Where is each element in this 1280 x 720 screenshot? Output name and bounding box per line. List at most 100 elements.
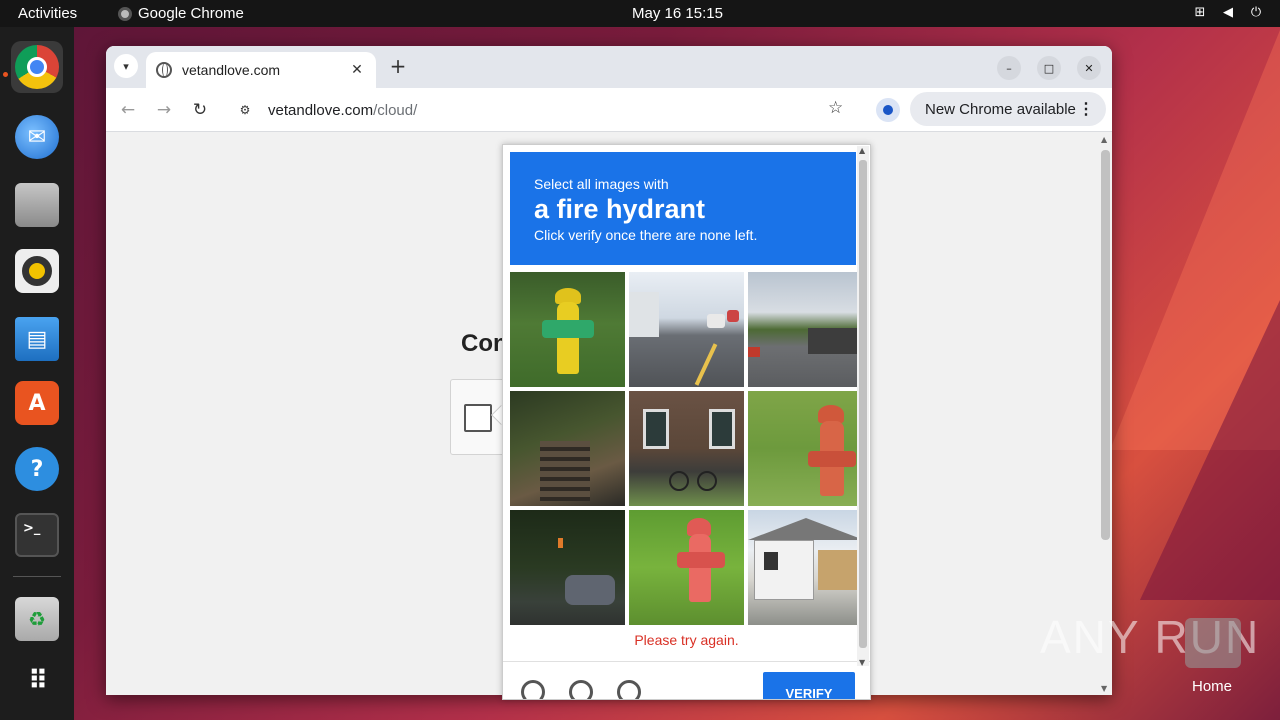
minimize-button[interactable]: – — [997, 56, 1021, 80]
scrollbar-thumb[interactable] — [859, 160, 867, 648]
window — [764, 552, 778, 570]
audio-challenge-icon[interactable] — [569, 680, 593, 699]
network-icon: ⊞ — [1194, 5, 1206, 20]
update-chrome-label: New Chrome available — [925, 100, 1076, 118]
close-window-button[interactable]: ✕ — [1077, 56, 1101, 80]
close-tab-icon[interactable]: ✕ — [348, 62, 366, 78]
dock-app-grid[interactable]: ⠿ — [11, 655, 63, 707]
challenge-header: Select all images with a fire hydrant Cl… — [510, 152, 856, 265]
hydrant-nozzle — [677, 552, 725, 568]
road-line — [694, 343, 718, 386]
image-grid — [510, 272, 863, 625]
maximize-button[interactable]: □ — [1037, 56, 1061, 80]
dock-rhythmbox[interactable] — [11, 245, 63, 297]
writer-icon: ▤ — [15, 317, 59, 361]
error-message: Please try again. — [634, 632, 739, 648]
url-host: vetandlove.com — [268, 101, 374, 119]
home-icon[interactable] — [1185, 618, 1241, 668]
scrollbar-thumb[interactable] — [1101, 150, 1110, 540]
tab-search-button[interactable]: ▾ — [114, 54, 138, 78]
new-tab-button[interactable]: + — [386, 54, 410, 78]
dock-files[interactable] — [11, 179, 63, 231]
files-icon — [15, 183, 59, 227]
car — [748, 347, 760, 357]
rhythmbox-icon — [15, 249, 59, 293]
running-indicator — [3, 72, 8, 77]
dock-writer[interactable]: ▤ — [11, 313, 63, 365]
bridge — [808, 328, 863, 354]
stairs — [540, 441, 590, 501]
tab-title: vetandlove.com — [182, 62, 281, 78]
reload-challenge-icon[interactable] — [521, 680, 545, 699]
more-menu-icon[interactable]: ⋮ — [1078, 99, 1094, 119]
hydrant-body — [689, 534, 711, 602]
tab-strip: ▾ vetandlove.com ✕ + – □ ✕ — [106, 46, 1112, 88]
challenge-footer: VERIFY — [503, 661, 870, 699]
dock-chrome[interactable] — [11, 41, 63, 93]
address-bar[interactable]: ⚙ vetandlove.com/cloud/ — [226, 93, 858, 127]
dock-separator — [13, 576, 61, 577]
building — [629, 292, 659, 337]
dock-terminal[interactable]: >_ — [11, 509, 63, 561]
url-path: /cloud/ — [373, 101, 418, 119]
bookmark-star-icon[interactable]: ☆ — [828, 98, 843, 118]
dock: ✉ ▤ A ? >_ ♻ ⠿ — [0, 27, 74, 720]
info-icon[interactable] — [617, 680, 641, 699]
tile-house[interactable] — [748, 510, 863, 625]
clock[interactable]: May 16 15:15 — [0, 5, 1280, 22]
tab-vetandlove[interactable]: vetandlove.com ✕ — [146, 52, 376, 88]
power-icon: ⏻ — [1250, 5, 1262, 20]
house-wall — [754, 540, 814, 600]
thunderbird-icon: ✉ — [15, 115, 59, 159]
person-icon — [883, 105, 893, 115]
back-button[interactable]: ← — [116, 98, 140, 122]
app-grid-icon: ⠿ — [27, 666, 48, 696]
site-settings-icon[interactable]: ⚙ — [234, 99, 256, 121]
trash-icon: ♻ — [15, 597, 59, 641]
car — [707, 314, 725, 328]
dock-app-center[interactable]: A — [11, 377, 63, 429]
dock-help[interactable]: ? — [11, 443, 63, 495]
window — [709, 409, 735, 449]
car — [565, 575, 615, 605]
chevron-down-icon: ▾ — [123, 59, 129, 73]
captcha-challenge: Select all images with a fire hydrant Cl… — [502, 144, 871, 700]
home-label[interactable]: Home — [1192, 678, 1232, 695]
verify-button[interactable]: VERIFY — [763, 672, 855, 699]
wallpaper-shape — [1140, 300, 1280, 600]
tile-red-hydrant-grass[interactable] — [629, 510, 744, 625]
app-center-icon: A — [15, 381, 59, 425]
globe-icon — [156, 62, 172, 78]
traffic-light — [558, 538, 563, 548]
dock-trash[interactable]: ♻ — [11, 593, 63, 645]
tile-red-hydrant[interactable] — [748, 391, 863, 506]
system-tray[interactable]: ⊞ ◀ ⏻ — [1192, 5, 1264, 20]
scroll-up-icon[interactable]: ▲ — [1101, 135, 1107, 144]
help-icon: ? — [15, 447, 59, 491]
dock-thunderbird[interactable]: ✉ — [11, 111, 63, 163]
window — [643, 409, 669, 449]
update-chrome-button[interactable]: New Chrome available ⋮ — [910, 92, 1106, 126]
reload-button[interactable]: ↻ — [188, 98, 212, 122]
house-roof — [748, 518, 863, 540]
tile-yellow-hydrant[interactable] — [510, 272, 625, 387]
scroll-down-icon[interactable]: ▼ — [1101, 684, 1107, 693]
terminal-icon: >_ — [15, 513, 59, 557]
hydrant-body — [557, 302, 579, 374]
profile-avatar[interactable] — [876, 98, 900, 122]
forward-button[interactable]: → — [152, 98, 176, 122]
challenge-prompt-main: a fire hydrant — [534, 194, 706, 224]
scroll-up-icon[interactable]: ▲ — [859, 146, 865, 155]
tile-street[interactable] — [629, 272, 744, 387]
tile-highway[interactable] — [748, 272, 863, 387]
tile-stairs[interactable] — [510, 391, 625, 506]
scroll-down-icon[interactable]: ▼ — [859, 658, 865, 667]
top-bar: Activities Google Chrome May 16 15:15 ⊞ … — [0, 0, 1280, 27]
hydrant-nozzle — [808, 451, 856, 467]
hydrant-nozzle — [542, 320, 594, 338]
tile-night-street[interactable] — [510, 510, 625, 625]
challenge-scrollbar[interactable]: ▲ ▼ — [857, 146, 869, 667]
tile-building-bicycle[interactable] — [629, 391, 744, 506]
recaptcha-checkbox[interactable] — [464, 404, 492, 432]
challenge-prompt-hint: Click verify once there are none left. — [534, 227, 758, 243]
